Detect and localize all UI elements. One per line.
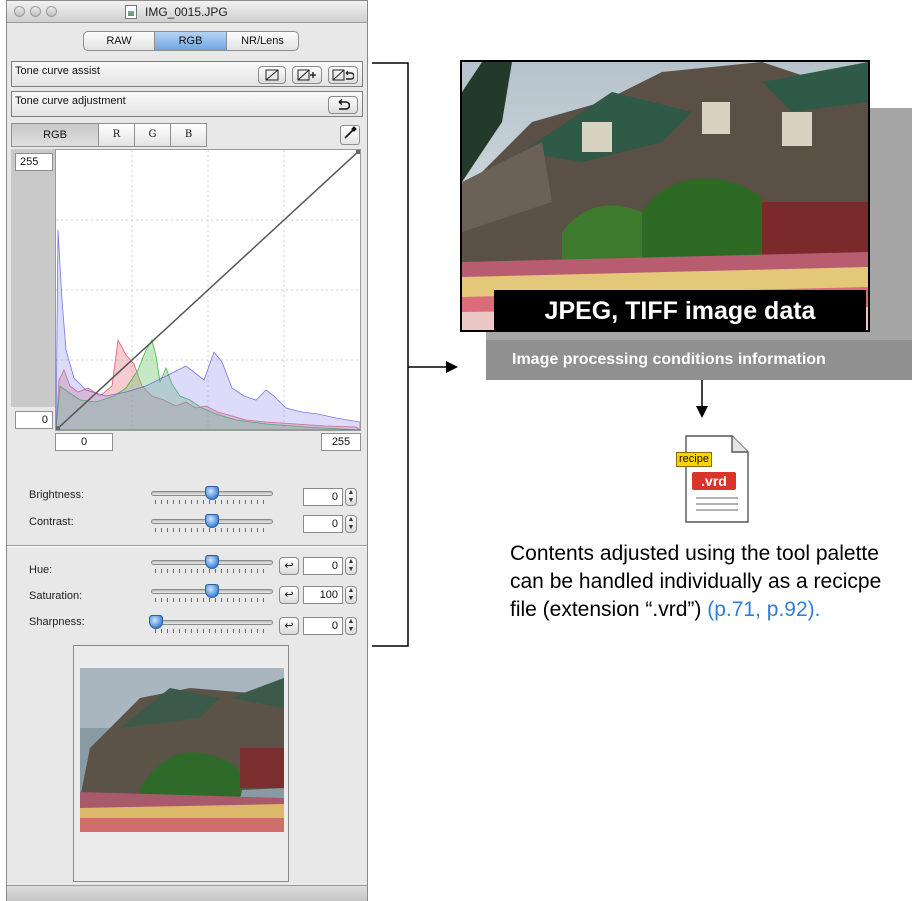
window-title: IMG_0015.JPG (145, 5, 228, 19)
sharpness-ticks (155, 629, 269, 633)
zoom-window-button[interactable] (46, 6, 57, 17)
saturation-reset-button[interactable]: ↩ (279, 586, 299, 604)
saturation-slider-knob[interactable] (205, 584, 219, 598)
navigator-preview[interactable] (73, 645, 289, 882)
tab-nr-lens[interactable]: NR/Lens (227, 31, 299, 51)
minimize-window-button[interactable] (30, 6, 41, 17)
up-down-stepper-icon: ▲ ▼ (347, 618, 355, 633)
linear-curve-icon (265, 69, 279, 81)
hue-slider-knob[interactable] (205, 555, 219, 569)
channel-g-button[interactable]: G (135, 123, 171, 147)
palette-bottom-bar (7, 885, 367, 901)
contrast-ticks (155, 528, 269, 532)
curve-x-max-field[interactable]: 255 (321, 433, 361, 451)
reset-curve-button[interactable] (328, 66, 358, 84)
curve-point-max[interactable] (356, 150, 360, 154)
saturation-stepper[interactable]: ▲ ▼ (345, 586, 357, 604)
curve-x-min-field[interactable]: 0 (55, 433, 113, 451)
tone-curve-graph[interactable] (55, 149, 362, 431)
curve-y-max-field[interactable]: 255 (15, 153, 53, 171)
curve-y-min-field[interactable]: 0 (15, 411, 53, 429)
channel-b-button[interactable]: B (171, 123, 207, 147)
down-arrow-head (696, 406, 708, 418)
brightness-slider-knob[interactable] (205, 486, 219, 500)
image-file-icon (125, 5, 137, 19)
contrast-slider-knob[interactable] (205, 514, 219, 528)
curve-left-gutter (11, 149, 55, 407)
eyedropper-icon (344, 126, 357, 139)
brightness-ticks (155, 500, 269, 504)
sharpness-label: Sharpness: (29, 616, 85, 628)
up-down-stepper-icon: ▲ ▼ (347, 489, 355, 504)
contrast-label: Contrast: (29, 516, 74, 528)
close-window-button[interactable] (14, 6, 25, 17)
description-text: Contents adjusted using the tool palette… (510, 542, 882, 621)
tab-rgb[interactable]: RGB (155, 31, 227, 51)
palette-tabs: RAW RGB NR/Lens (83, 31, 299, 51)
bracket-line (372, 62, 409, 647)
tone-curve-reset-button[interactable] (328, 96, 358, 114)
section-divider-highlight (7, 546, 367, 547)
saturation-label: Saturation: (29, 590, 83, 602)
tone-curve-histogram (55, 149, 362, 431)
undo-arrow-icon: ↩ (284, 620, 294, 632)
up-down-stepper-icon: ▲ ▼ (347, 558, 355, 573)
recipe-tag: recipe (676, 452, 712, 467)
hue-label: Hue: (29, 564, 53, 576)
processing-conditions-label: Image processing conditions information (486, 340, 912, 380)
up-down-stepper-icon: ▲ ▼ (347, 516, 355, 531)
title-bar[interactable]: IMG_0015.JPG (7, 1, 367, 23)
page-reference-link[interactable]: (p.71, p.92). (707, 598, 820, 621)
sharpness-value-field[interactable]: 0 (303, 617, 343, 635)
brightness-stepper[interactable]: ▲ ▼ (345, 488, 357, 506)
brightness-label: Brightness: (29, 489, 85, 501)
auto-curve-icon (297, 69, 316, 81)
sharpness-slider[interactable] (151, 620, 273, 625)
recipe-description: Contents adjusted using the tool palette… (510, 540, 912, 624)
curve-point-min[interactable] (56, 426, 60, 430)
linear-curve-button[interactable] (258, 66, 286, 84)
up-down-stepper-icon: ▲ ▼ (347, 587, 355, 602)
undo-arrow-icon: ↩ (284, 560, 294, 572)
undo-arrow-icon: ↩ (284, 589, 294, 601)
bracket-arrow-head (446, 361, 458, 373)
saturation-ticks (155, 598, 269, 602)
channel-rgb-button[interactable]: RGB (11, 123, 99, 147)
hue-stepper[interactable]: ▲ ▼ (345, 557, 357, 575)
hue-ticks (155, 569, 269, 573)
channel-selector: RGB R G B (11, 123, 207, 147)
channel-r-button[interactable]: R (99, 123, 135, 147)
hue-reset-button[interactable]: ↩ (279, 557, 299, 575)
eyedropper-button[interactable] (340, 125, 360, 145)
vrd-extension-label: .vrd (692, 472, 736, 490)
contrast-value-field[interactable]: 0 (303, 515, 343, 533)
tone-curve-adjustment-bar: Tone curve adjustment (11, 91, 363, 117)
image-data-label: JPEG, TIFF image data (494, 290, 866, 332)
sharpness-reset-button[interactable]: ↩ (279, 617, 299, 635)
saturation-value-field[interactable]: 100 (303, 586, 343, 604)
tone-curve-adjustment-label: Tone curve adjustment (15, 95, 126, 107)
recipe-file-icon: recipe .vrd (676, 434, 756, 529)
reset-curve-icon (332, 69, 355, 81)
auto-curve-button[interactable] (292, 66, 322, 84)
tone-curve-assist-label: Tone curve assist (15, 65, 100, 77)
sharpness-stepper[interactable]: ▲ ▼ (345, 617, 357, 635)
brightness-value-field[interactable]: 0 (303, 488, 343, 506)
tab-raw[interactable]: RAW (83, 31, 155, 51)
sharpness-slider-knob[interactable] (149, 615, 163, 629)
tool-palette-window: IMG_0015.JPG RAW RGB NR/Lens Tone curve … (6, 0, 368, 901)
tone-curve-assist-bar: Tone curve assist (11, 61, 363, 87)
undo-arrow-icon (338, 98, 351, 110)
hue-value-field[interactable]: 0 (303, 557, 343, 575)
contrast-stepper[interactable]: ▲ ▼ (345, 515, 357, 533)
preview-thumbnail (80, 668, 284, 832)
